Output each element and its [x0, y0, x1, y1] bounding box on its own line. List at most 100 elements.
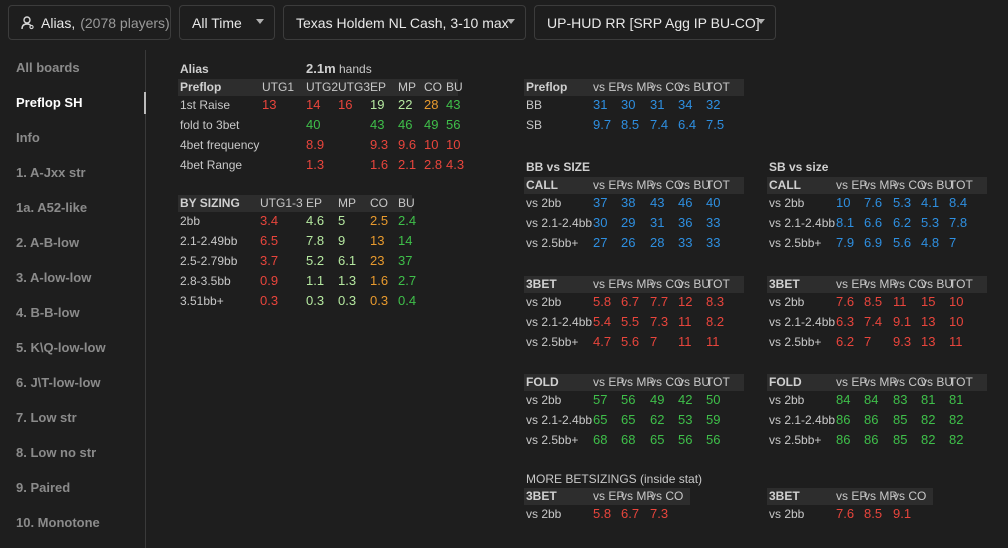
preflop-cell: 10 [424, 137, 439, 152]
sb_3bet-row-label: vs 2.5bb+ [769, 335, 822, 349]
sidebar-item[interactable]: 9. Paired [16, 480, 70, 495]
sidebar-item[interactable]: 10. Monotone [16, 515, 100, 530]
time-filter-dropdown[interactable]: All Time [179, 5, 275, 40]
sb_call-cell: 7.6 [864, 195, 883, 210]
bb_fold-cell: 65 [593, 412, 608, 427]
sb_fold-cell: 82 [949, 412, 964, 427]
preflop-cell: 22 [398, 97, 413, 112]
sb_call-cell: 8.4 [949, 195, 968, 210]
bbsb_preflop-cell: 9.7 [593, 117, 612, 132]
bb_fold-cell: 50 [706, 392, 721, 407]
user-search-icon [21, 15, 35, 30]
bysizing-cell: 7.8 [306, 233, 325, 248]
sb_3bet-cell: 13 [921, 314, 936, 329]
bysizing-col-header: CO [370, 196, 388, 210]
sidebar: All boards Preflop SH Info 1. A-Jxx str 1a. … [0, 50, 146, 548]
preflop-col-header: UTG1 [262, 80, 295, 94]
sidebar-item[interactable]: Preflop SH [16, 95, 82, 110]
bb_fold-row-label: vs 2bb [526, 393, 562, 407]
bysizing-row-label: 2bb [180, 214, 201, 228]
sb_call-cell: 4.8 [921, 235, 940, 250]
more_sb_3bet-title: 3BET [769, 489, 800, 503]
preflop-col-header: UTG3 [338, 80, 371, 94]
sidebar-item[interactable]: 1a. A52-like [16, 200, 87, 215]
sb_3bet-cell: 6.3 [836, 314, 855, 329]
bbsb_preflop-col-header: vs EP [593, 80, 625, 94]
preflop-cell: 56 [446, 117, 461, 132]
bb_3bet-cell: 5.5 [621, 314, 640, 329]
sb_3bet-cell: 11 [949, 334, 963, 349]
sidebar-item[interactable]: 7. Low str [16, 410, 77, 425]
bb_call-title: CALL [526, 178, 558, 192]
bysizing-row-label: 2.8-3.5bb [180, 274, 231, 288]
bbsb_preflop-row-label: BB [526, 98, 543, 112]
bysizing-cell: 3.7 [260, 253, 279, 268]
bb_call-cell: 28 [650, 235, 665, 250]
sb-vs-size-title: SB vs size [769, 160, 829, 174]
preflop-cell: 1.3 [306, 157, 325, 172]
sb_3bet-row-label: vs 2bb [769, 295, 805, 309]
bb_3bet-col-header: TOT [706, 277, 730, 291]
preflop-cell: 43 [370, 117, 385, 132]
preflop-col-header: CO [424, 80, 442, 94]
sb_3bet-cell: 11 [893, 294, 907, 309]
bb_3bet-cell: 11 [678, 314, 692, 329]
bysizing-title: BY SIZING [180, 196, 240, 210]
bysizing-cell: 5.2 [306, 253, 325, 268]
bb_3bet-cell: 7 [650, 334, 658, 349]
sb_fold-col-header: vs EP [836, 375, 868, 389]
bb_fold-title: FOLD [526, 375, 559, 389]
bb_fold-cell: 53 [678, 412, 693, 427]
hud-filter-dropdown[interactable]: UP-HUD RR [SRP Agg IP BU-CO] [534, 5, 776, 40]
bb_call-cell: 27 [593, 235, 608, 250]
bbsb_preflop-cell: 7.5 [706, 117, 725, 132]
bysizing-cell: 6.5 [260, 233, 279, 248]
game-filter-dropdown[interactable]: Texas Holdem NL Cash, 3-10 max [283, 5, 526, 40]
sb_3bet-cell: 8.5 [864, 294, 883, 309]
more_sb_3bet-col-header: vs EP [836, 489, 868, 503]
sidebar-item[interactable]: 2. A-B-low [16, 235, 79, 250]
sb_3bet-title: 3BET [769, 277, 800, 291]
more_bb_3bet-col-header: vs CO [650, 489, 684, 503]
bb_3bet-row-label: vs 2bb [526, 295, 562, 309]
bysizing-cell: 9 [338, 233, 346, 248]
bysizing-cell: 0.9 [260, 273, 279, 288]
bb_fold-col-header: vs EP [593, 375, 625, 389]
sb_3bet-cell: 10 [949, 294, 964, 309]
sidebar-item[interactable]: 4. B-B-low [16, 305, 80, 320]
sb_fold-cell: 82 [949, 432, 964, 447]
bb_call-cell: 37 [593, 195, 608, 210]
bysizing-cell: 23 [370, 253, 385, 268]
bbsb_preflop-cell: 8.5 [621, 117, 640, 132]
sb_call-cell: 8.1 [836, 215, 855, 230]
preflop-row-label: fold to 3bet [180, 118, 240, 132]
preflop-cell: 43 [446, 97, 461, 112]
sb_fold-cell: 81 [949, 392, 964, 407]
preflop-cell: 28 [424, 97, 439, 112]
more_bb_3bet-cell: 6.7 [621, 506, 640, 521]
game-filter-value: Texas Holdem NL Cash, 3-10 max [296, 14, 509, 31]
sb_fold-cell: 82 [921, 432, 936, 447]
preflop-cell: 9.6 [398, 137, 417, 152]
sidebar-item[interactable]: 8. Low no str [16, 445, 96, 460]
sidebar-item[interactable]: Info [16, 130, 40, 145]
sb_call-cell: 5.6 [893, 235, 912, 250]
sb_3bet-cell: 15 [921, 294, 936, 309]
sidebar-item[interactable]: 6. J\T-low-low [16, 375, 101, 390]
bb_call-cell: 31 [650, 215, 665, 230]
bysizing-cell: 0.3 [260, 293, 279, 308]
sidebar-item[interactable]: All boards [16, 60, 80, 75]
bysizing-cell: 3.4 [260, 213, 279, 228]
bysizing-cell: 0.3 [370, 293, 389, 308]
sidebar-item[interactable]: 3. A-low-low [16, 270, 91, 285]
sidebar-item[interactable]: 5. K\Q-low-low [16, 340, 106, 355]
bb_3bet-cell: 7.3 [650, 314, 669, 329]
bb_3bet-cell: 4.7 [593, 334, 612, 349]
bb_fold-cell: 65 [650, 432, 665, 447]
bb_fold-cell: 62 [650, 412, 665, 427]
sidebar-item[interactable]: 1. A-Jxx str [16, 165, 86, 180]
sb_3bet-cell: 7.4 [864, 314, 883, 329]
player-filter-button[interactable]: Alias, (2078 players) [8, 5, 171, 40]
sb_call-title: CALL [769, 178, 801, 192]
bysizing-cell: 5 [338, 213, 346, 228]
